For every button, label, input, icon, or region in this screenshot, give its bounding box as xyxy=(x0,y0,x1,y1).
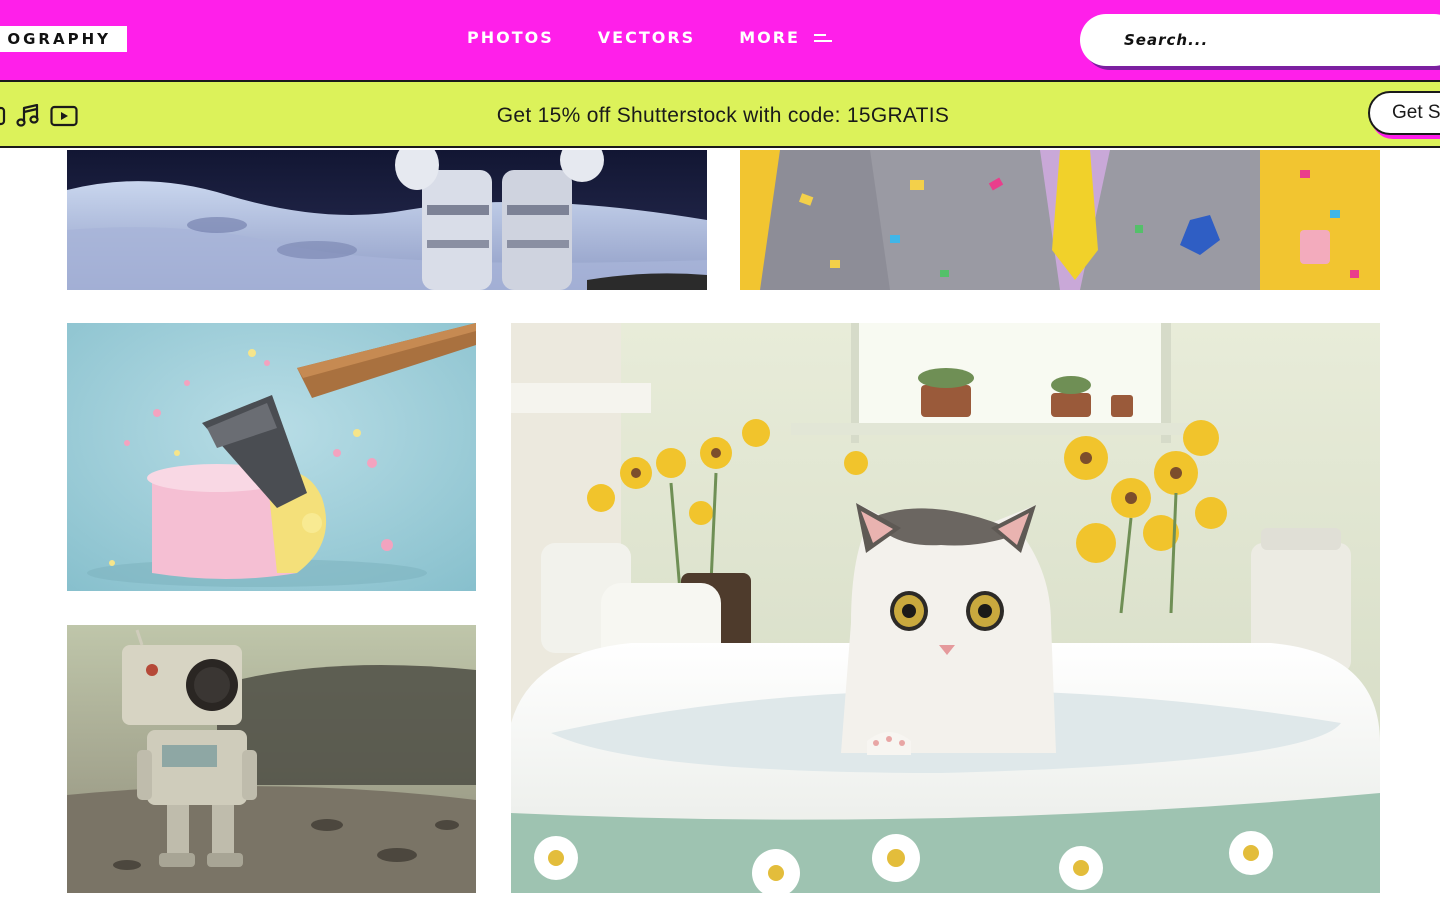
astronaut-moon-photo[interactable] xyxy=(67,150,707,290)
promo-bar: Get 15% off Shutterstock with code: 15GR… xyxy=(0,80,1440,148)
search-input[interactable] xyxy=(1124,31,1424,49)
promo-message: Get 15% off Shutterstock with code: 15GR… xyxy=(496,104,950,127)
nav-vectors-link[interactable]: VECTORS xyxy=(598,28,695,47)
nav-photos-link[interactable]: PHOTOS xyxy=(467,28,554,47)
get-coupon-button[interactable]: Get S xyxy=(1368,91,1440,135)
search-box xyxy=(1080,14,1440,66)
retro-robot-photo[interactable] xyxy=(67,625,476,893)
axe-cake-photo[interactable] xyxy=(67,323,476,591)
nav-more-label: MORE xyxy=(739,28,800,47)
main-nav: PHOTOS VECTORS MORE xyxy=(467,28,876,47)
businessman-confetti-photo[interactable] xyxy=(740,150,1380,290)
cat-bathtub-photo[interactable] xyxy=(511,323,1380,893)
menu-lines-icon xyxy=(813,32,832,44)
nav-more-link[interactable]: MORE xyxy=(739,28,832,47)
logo-text: OGRAPHY xyxy=(7,30,111,48)
top-header: OGRAPHY PHOTOS VECTORS MORE xyxy=(0,0,1440,80)
site-logo[interactable]: OGRAPHY xyxy=(0,26,127,52)
